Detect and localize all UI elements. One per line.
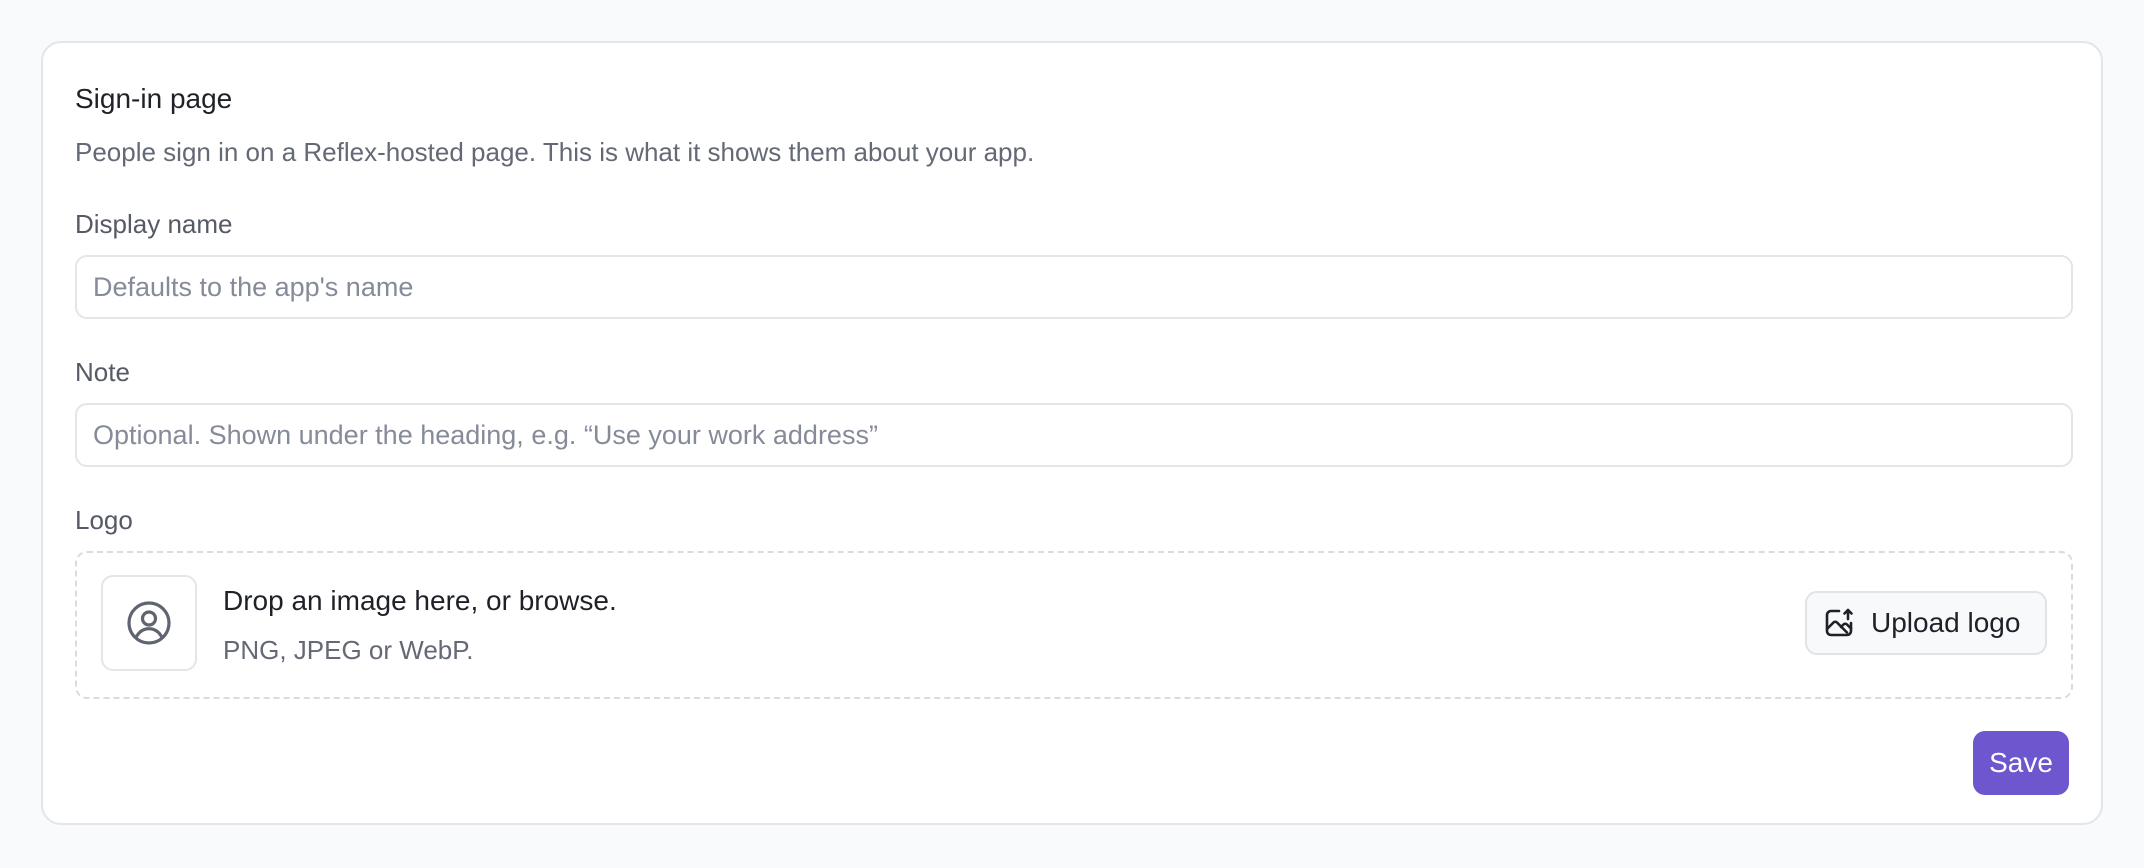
display-name-input[interactable] bbox=[75, 255, 2073, 319]
note-input[interactable] bbox=[75, 403, 2073, 467]
sign-in-page-card: Sign-in page People sign in on a Reflex-… bbox=[41, 41, 2103, 825]
dropzone-subtitle: PNG, JPEG or WebP. bbox=[223, 635, 474, 665]
logo-preview bbox=[101, 575, 197, 671]
dropzone-title: Drop an image here, or browse. bbox=[223, 585, 617, 616]
save-button[interactable]: Save bbox=[1973, 731, 2069, 795]
image-upload-icon bbox=[1825, 608, 1853, 637]
logo-dropzone[interactable]: Drop an image here, or browse. PNG, JPEG… bbox=[75, 551, 2073, 699]
upload-logo-button[interactable]: Upload logo bbox=[1805, 591, 2047, 655]
card-title: Sign-in page bbox=[75, 83, 233, 114]
note-label: Note bbox=[75, 357, 130, 387]
logo-label: Logo bbox=[75, 505, 133, 535]
user-circle-icon bbox=[127, 601, 171, 645]
card-description: People sign in on a Reflex-hosted page. … bbox=[75, 137, 1035, 167]
upload-logo-label: Upload logo bbox=[1871, 607, 2021, 638]
display-name-label: Display name bbox=[75, 209, 233, 239]
